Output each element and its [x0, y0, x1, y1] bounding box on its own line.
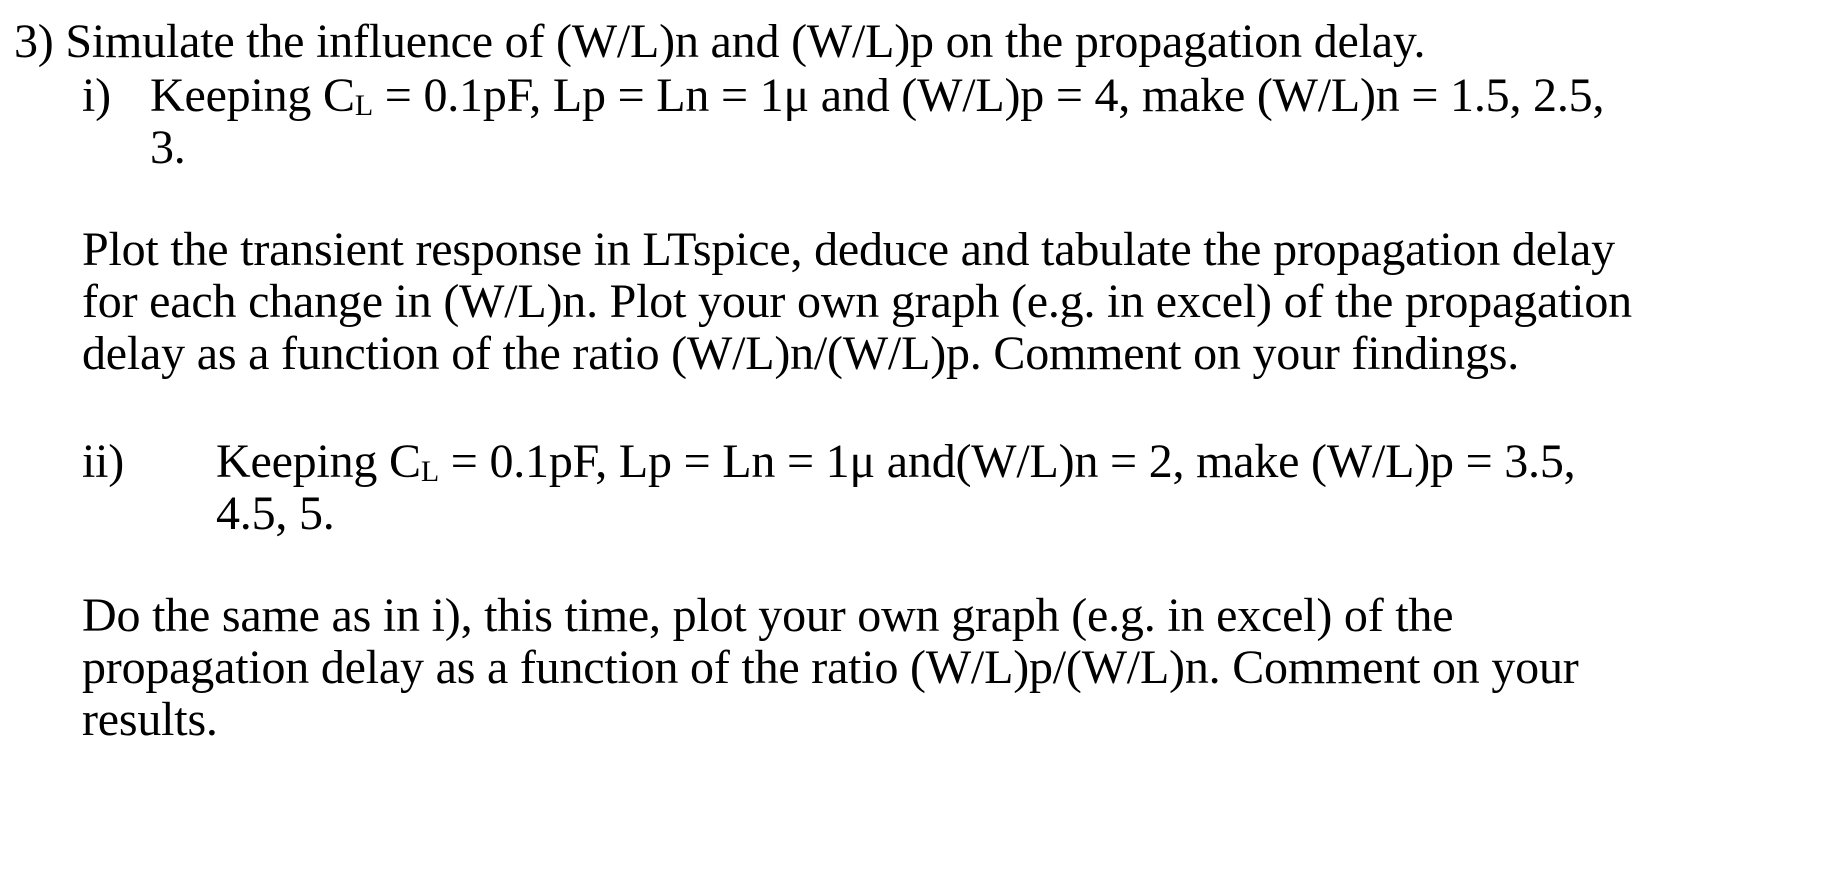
question-document: 3) Simulate the influence of (W/L)n and … — [0, 0, 1834, 886]
part-i-subscript: L — [354, 89, 373, 122]
part-i-line-2: 3. — [150, 121, 186, 174]
part-ii-marker: ii) — [82, 435, 125, 488]
paragraph-1-line-1: Plot the transient response in LTspice, … — [82, 223, 1615, 276]
paragraph-2-line-1: Do the same as in i), this time, plot yo… — [82, 589, 1454, 642]
paragraph-2-line-3: results. — [82, 693, 218, 746]
part-i-line-1-start: Keeping C — [150, 69, 355, 122]
part-ii-line-1-start: Keeping C — [216, 435, 421, 488]
part-i-line-1-end: = 0.1pF, Lp = Ln = 1μ and (W/L)p = 4, ma… — [372, 69, 1605, 122]
paragraph-1-line-2: for each change in (W/L)n. Plot your own… — [82, 275, 1632, 328]
part-ii-line-1-end: = 0.1pF, Lp = Ln = 1μ and(W/L)n = 2, mak… — [438, 435, 1576, 488]
paragraph-2-line-2: propagation delay as a function of the r… — [82, 641, 1579, 694]
part-ii-line-1: Keeping CL = 0.1pF, Lp = Ln = 1μ and(W/L… — [216, 432, 1576, 502]
part-ii-subscript: L — [420, 455, 439, 488]
paragraph-1-line-3: delay as a function of the ratio (W/L)n/… — [82, 327, 1520, 380]
part-ii-line-2: 4.5, 5. — [216, 487, 335, 540]
part-i-marker: i) — [82, 69, 111, 122]
part-i-line-1: Keeping CL = 0.1pF, Lp = Ln = 1μ and (W/… — [150, 66, 1604, 136]
question-heading: 3) Simulate the influence of (W/L)n and … — [14, 15, 1426, 68]
